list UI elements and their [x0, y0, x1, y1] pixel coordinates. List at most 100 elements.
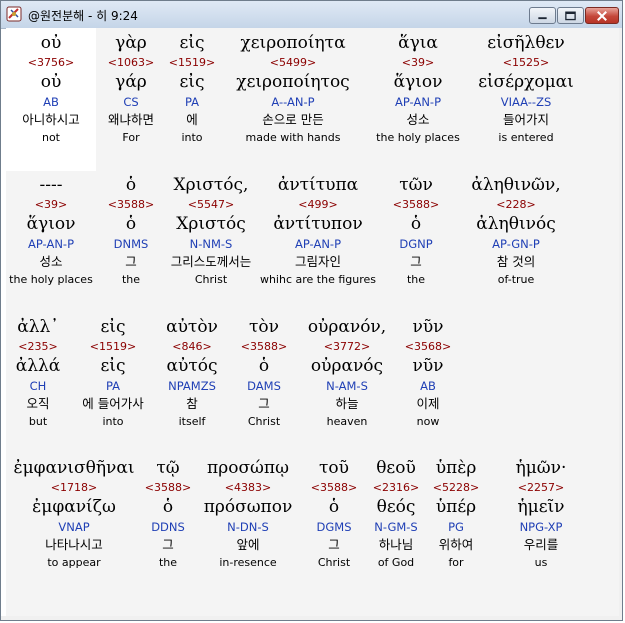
word-english: Christ: [247, 415, 281, 428]
word-korean: 그: [258, 396, 270, 411]
word-parse: AB: [420, 379, 436, 393]
word-parse: N-NM-S: [189, 237, 233, 251]
word-lemma: εἰς: [100, 356, 126, 376]
word-korean: 성소: [406, 112, 430, 127]
word-english: us: [534, 556, 548, 569]
word-greek: αὐτὸν: [166, 317, 218, 337]
word-greek: ἅγια: [398, 33, 438, 53]
word-num: <499>: [298, 198, 338, 211]
word-parse: PA: [105, 379, 121, 393]
word-lemma: χειροποίητος: [236, 72, 350, 92]
word-greek: τὸν: [249, 317, 279, 337]
word-num: <5499>: [269, 56, 317, 69]
word-num: <1718>: [50, 481, 98, 494]
word-greek: ἐμφανισθῆναι: [13, 458, 135, 478]
word-english: into: [102, 415, 124, 428]
word-lemma: ὁ: [162, 497, 174, 517]
word-num: <1525>: [502, 56, 550, 69]
word-num: <1063>: [107, 56, 155, 69]
word-korean: 왜냐하면: [107, 112, 154, 127]
word-parse: DGMS: [316, 520, 352, 534]
word-parse: PA: [184, 95, 200, 109]
word-lemma: ἐμφανίζω: [32, 497, 116, 517]
window-bottom-border: [1, 616, 622, 620]
word-lemma: ἀντίτυπον: [273, 214, 363, 234]
word-parse: VIAA--ZS: [500, 95, 552, 109]
word-num: <3588>: [144, 481, 192, 494]
word-greek: νῦν: [412, 317, 444, 337]
word-english: now: [416, 415, 440, 428]
word-parse: NPAMZS: [168, 379, 216, 393]
word-korean: 그림자인: [294, 254, 341, 269]
word-num: <4383>: [224, 481, 272, 494]
word-parse: AP-GN-P: [492, 237, 540, 251]
word-greek: γὰρ: [115, 33, 147, 53]
word-parse: VNAP: [58, 520, 90, 534]
word-parse: AP-AN-P: [28, 237, 74, 251]
word-num: <3772>: [323, 340, 371, 353]
word-korean: 오직: [26, 396, 50, 411]
word-english: the: [121, 273, 141, 286]
word-lemma: ἀλλά: [15, 356, 61, 376]
word-lemma: αὐτός: [166, 356, 218, 376]
word-english: into: [181, 131, 203, 144]
word-parse: N-AM-S: [326, 379, 368, 393]
word-english: For: [122, 131, 140, 144]
word-parse: N-GM-S: [374, 520, 418, 534]
word-parse: DGNP: [399, 237, 433, 251]
word-english: the: [158, 556, 178, 569]
word-english: whihc are the figures: [259, 273, 377, 286]
maximize-button[interactable]: [557, 7, 584, 24]
parsing-content[interactable]: οὐ <3756> οὐ AB 아니하시고 not γὰρ <1063> γάρ CS 왜냐하면 Fo…: [6, 28, 619, 616]
close-button[interactable]: [585, 7, 619, 24]
word-num: <2316>: [372, 481, 420, 494]
word-english: the holy places: [376, 131, 460, 144]
word-greek: ὑπὲρ: [435, 458, 477, 478]
word-num: <2257>: [517, 481, 565, 494]
word-greek: ἡμῶν·: [515, 458, 567, 478]
word-korean: 손으로 만든: [262, 112, 324, 127]
word-parse: AP-AN-P: [395, 95, 441, 109]
word-korean: 에 들어가사: [82, 396, 144, 411]
word-greek: τοῦ: [319, 458, 349, 478]
word-parse: CH: [29, 379, 47, 393]
word-num: <1519>: [89, 340, 137, 353]
word-num: <3588>: [107, 198, 155, 211]
word-greek: ἀληθινῶν,: [471, 175, 561, 195]
word-korean: 참: [186, 396, 198, 411]
word-english: the: [406, 273, 426, 286]
word-lemma: νῦν: [412, 356, 444, 376]
word-parse: N-DN-S: [227, 520, 269, 534]
word-greek: εἰς: [100, 317, 126, 337]
word-num: <228>: [496, 198, 536, 211]
word-greek: ----: [39, 175, 63, 195]
app-window: @원전분해 - 히 9:24 οὐ <3756> οὐ AB 아니하시고 not γὰρ <1…: [0, 0, 623, 621]
word-english: Christ: [317, 556, 351, 569]
word-korean: 나타나시고: [45, 537, 103, 552]
word-lemma: οὐ: [40, 72, 62, 92]
word-greek: προσώπῳ: [207, 458, 289, 478]
word-english: but: [28, 415, 48, 428]
word-korean: 우리를: [523, 537, 559, 552]
word-num: <1519>: [168, 56, 216, 69]
word-parse: AB: [43, 95, 59, 109]
word-korean: 참 것의: [496, 254, 536, 269]
word-lemma: εἰσέρχομαι: [478, 72, 574, 92]
word-korean: 그: [410, 254, 422, 269]
word-korean: 그: [328, 537, 340, 552]
word-num: <846>: [172, 340, 212, 353]
word-korean: 그: [125, 254, 137, 269]
window-title: @원전분해 - 히 9:24: [28, 9, 138, 23]
word-greek: Χριστός,: [173, 175, 249, 195]
word-parse: DAMS: [247, 379, 281, 393]
title-bar[interactable]: @원전분해 - 히 9:24: [1, 1, 622, 29]
bible-app-icon: [6, 6, 22, 22]
word-parse: A--AN-P: [271, 95, 315, 109]
word-greek: τῷ: [156, 458, 180, 478]
word-parse: AP-AN-P: [295, 237, 341, 251]
minimize-button[interactable]: [529, 7, 556, 24]
word-greek: οὐ: [40, 33, 62, 53]
word-greek: χειροποίητα: [240, 33, 346, 53]
word-lemma: οὐρανός: [310, 356, 384, 376]
word-lemma: ὁ: [410, 214, 422, 234]
